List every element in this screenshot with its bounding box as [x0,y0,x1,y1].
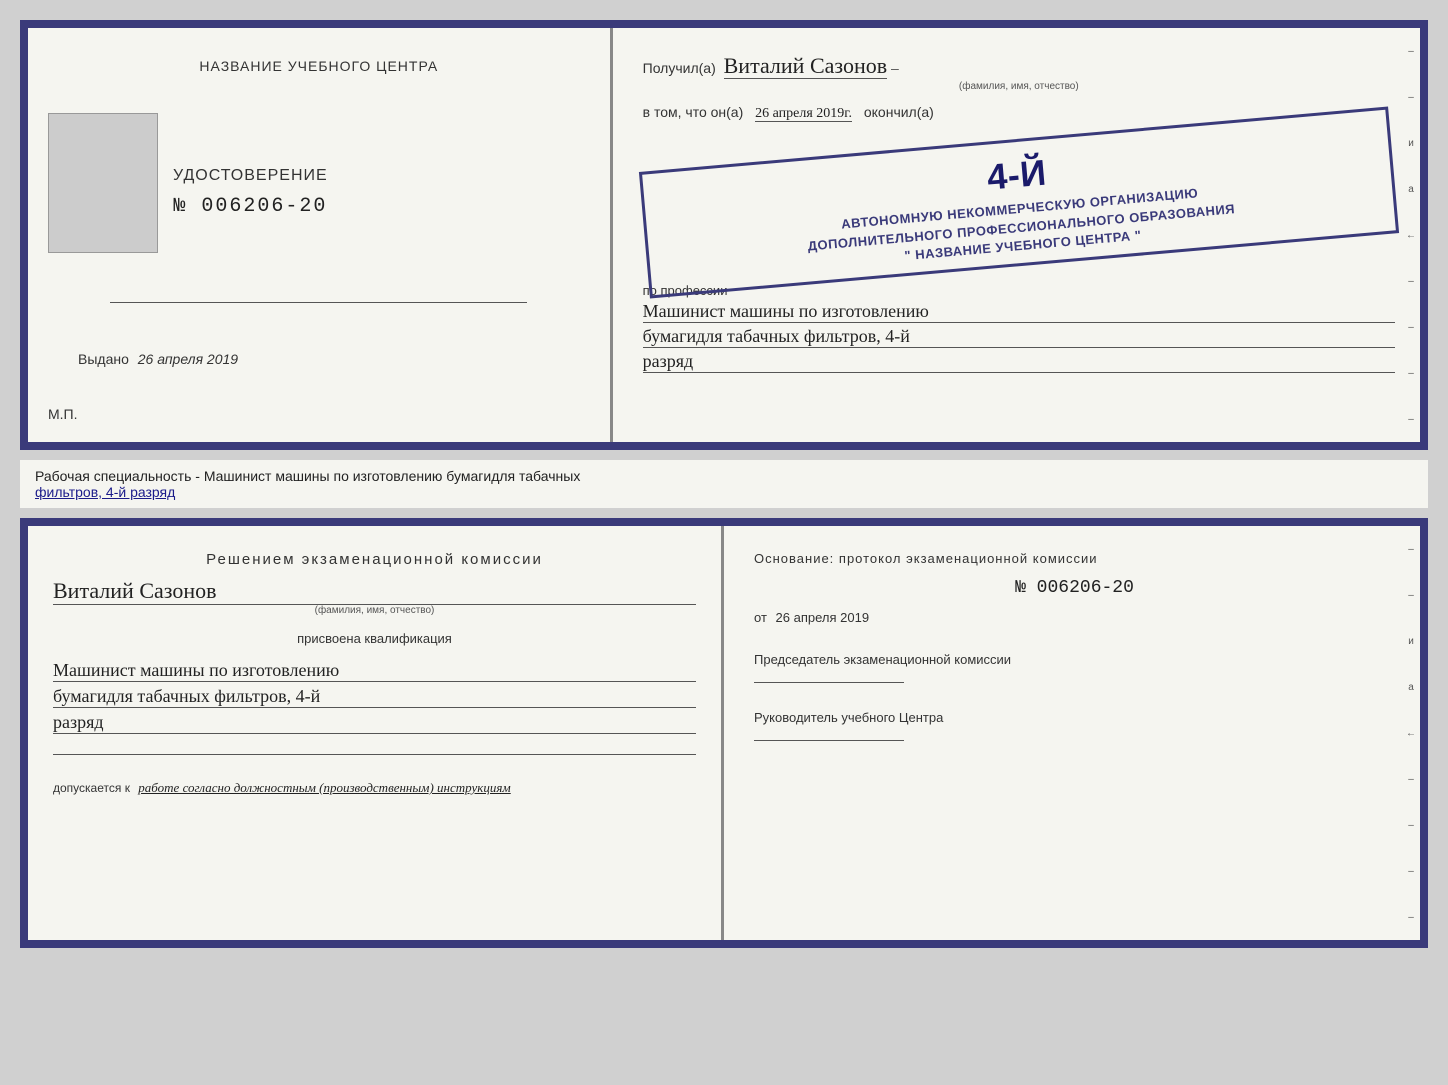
bottom-fio-label: (фамилия, имя, отчество) [53,605,696,616]
cert-top-left-panel: НАЗВАНИЕ УЧЕБНОГО ЦЕНТРА УДОСТОВЕРЕНИЕ №… [28,28,613,442]
cert-bottom-right-panel: Основание: протокол экзаменационной коми… [724,526,1420,940]
ot-prefix: от [754,610,767,625]
profession-line3: разряд [643,351,1395,373]
vydano-field: Выдано 26 апреля 2019 [78,351,238,367]
rukovoditel-signature-line [754,740,904,741]
side-dashes-bottom: ––иа←–––– [1402,526,1420,940]
vtom-date: 26 апреля 2019г. [755,106,852,122]
photo-placeholder [48,113,158,253]
cert-bottom-left-panel: Решением экзаменационной комиссии Витали… [28,526,724,940]
fio-label-top: (фамилия, имя, отчество) [643,81,1395,92]
resheniem-title: Решением экзаменационной комиссии [53,551,696,568]
dopuskaetsya-block: допускается к работе согласно должностны… [53,780,696,796]
bottom-name-handwritten: Виталий Сазонов [53,578,696,605]
protocol-number: № 006206-20 [754,578,1395,598]
side-dashes-top: ––иа←–––– [1402,28,1420,442]
ot-date: 26 апреля 2019 [776,610,870,625]
profession-line1: Машинист машины по изготовлению [643,301,1395,323]
osnovanie-text: Основание: протокол экзаменационной коми… [754,551,1395,566]
profession-block: по профессии Машинист машины по изготовл… [643,283,1395,373]
middle-text-line2: фильтров, 4-й разряд [35,484,175,500]
udost-number: № 006206-20 [173,195,328,218]
cert-top-right-panel: Получил(а) Виталий Сазонов – (фамилия, и… [613,28,1420,442]
qualification-block: Машинист машины по изготовлению бумагидл… [53,656,696,734]
predsedatel-signature-line [754,682,904,683]
rukovoditel-label: Руководитель учебного Центра [754,710,943,725]
qual-line1: Машинист машины по изготовлению [53,660,696,682]
middle-text-block: Рабочая специальность - Машинист машины … [20,460,1428,508]
dopusk-text: работе согласно должностным (производств… [138,780,510,795]
poluchil-line: Получил(а) Виталий Сазонов – (фамилия, и… [643,53,1395,92]
udost-title: УДОСТОВЕРЕНИЕ [173,167,328,185]
poluchil-name: Виталий Сазонов [724,53,887,79]
certificate-top: НАЗВАНИЕ УЧЕБНОГО ЦЕНТРА УДОСТОВЕРЕНИЕ №… [20,20,1428,450]
predsedatel-block: Председатель экзаменационной комиссии [754,652,1395,683]
vydano-label: Выдано [78,351,129,367]
rukovoditel-block: Руководитель учебного Центра [754,710,1395,741]
stamp-block: 4-й АВТОНОМНУЮ НЕКОММЕРЧЕСКУЮ ОРГАНИЗАЦИ… [639,106,1400,298]
dopusk-prefix: допускается к [53,781,130,795]
poluchil-prefix: Получил(а) [643,60,716,76]
middle-text-line1: Рабочая специальность - Машинист машины … [35,468,580,484]
qual-line2: бумагидля табачных фильтров, 4-й [53,686,696,708]
qual-line3: разряд [53,712,696,734]
mp-label: М.П. [48,406,78,422]
bottom-name-block: Виталий Сазонов (фамилия, имя, отчество) [53,578,696,616]
vydano-date: 26 апреля 2019 [138,351,238,367]
okonchil-suffix: окончил(а) [864,104,934,120]
protocol-date: от 26 апреля 2019 [754,610,1395,625]
training-center-title-top: НАЗВАНИЕ УЧЕБНОГО ЦЕНТРА [199,58,438,74]
certificate-bottom: Решением экзаменационной комиссии Витали… [20,518,1428,948]
profession-line2: бумагидля табачных фильтров, 4-й [643,326,1395,348]
prisvoena-label: присвоена квалификация [53,631,696,646]
udost-block: УДОСТОВЕРЕНИЕ № 006206-20 [173,157,328,218]
predsedatel-label: Председатель экзаменационной комиссии [754,652,1011,667]
vtom-prefix: в том, что он(а) [643,104,744,120]
